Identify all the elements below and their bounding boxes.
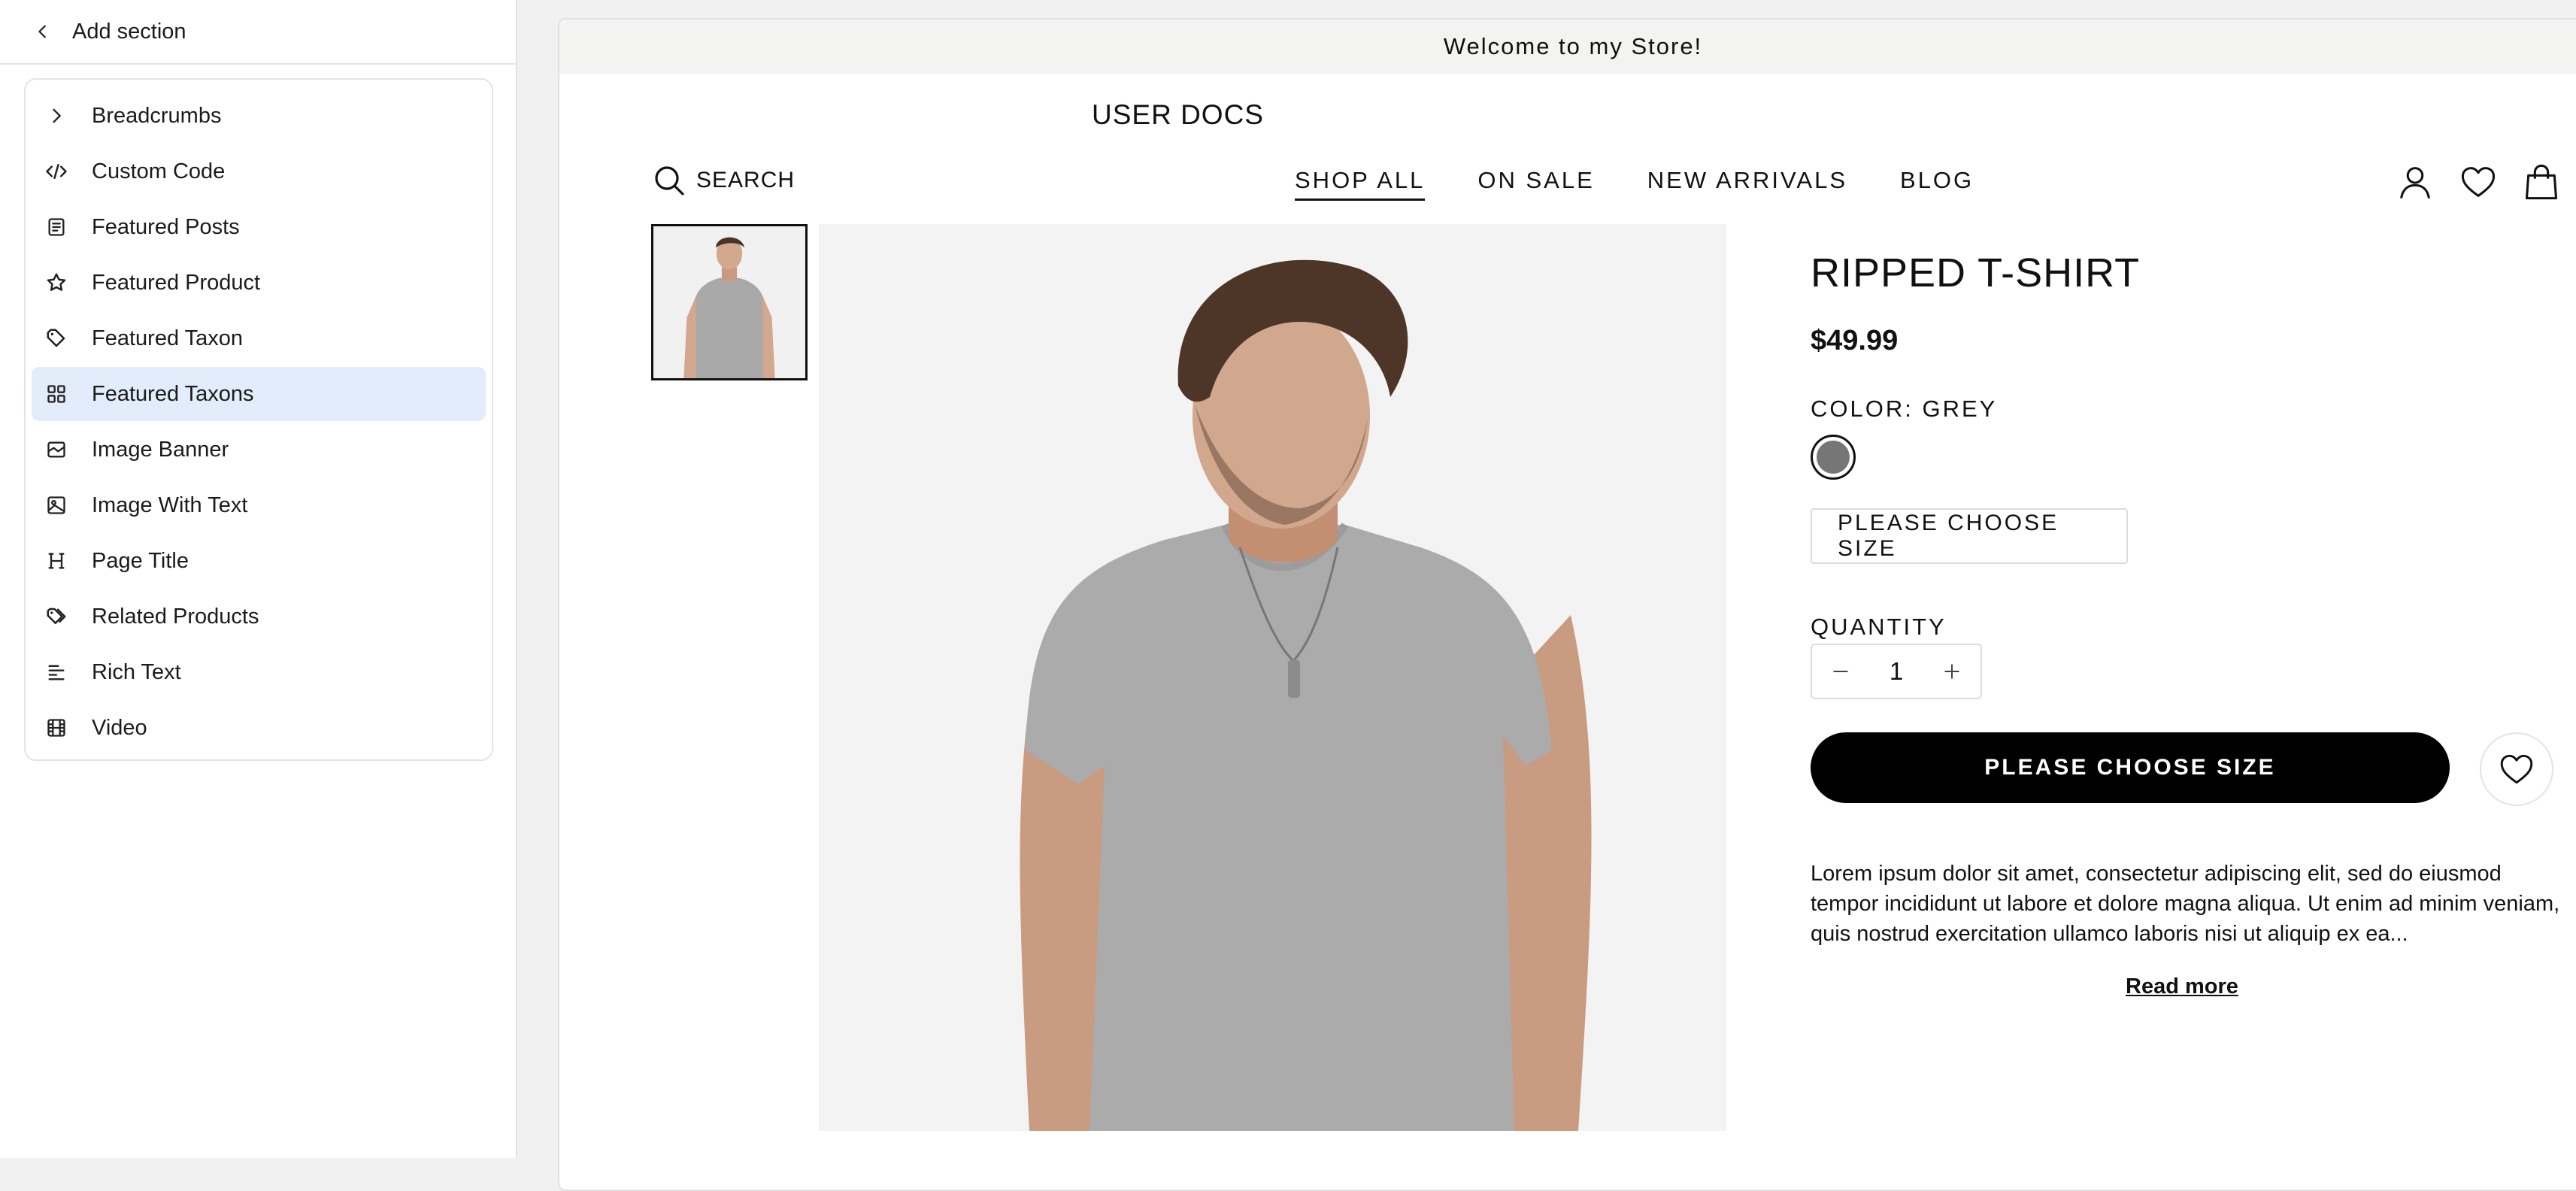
section-item-label: Image Banner [92, 437, 229, 462]
section-item-label: Page Title [92, 548, 189, 573]
search-label: SEARCH [696, 168, 796, 192]
section-item-featured-product[interactable]: Featured Product [32, 256, 486, 310]
product-price: $49.99 [1811, 325, 1899, 356]
tshirt-model-thumbnail-image [653, 226, 805, 378]
cart-button[interactable] [2520, 161, 2562, 203]
section-item-label: Custom Code [92, 159, 226, 183]
product-main-image[interactable] [819, 224, 1726, 1131]
section-item-label: Video [92, 715, 147, 740]
section-item-video[interactable]: Video [32, 701, 486, 755]
store-logo[interactable]: USER DOCS [559, 99, 1796, 131]
section-item-image-banner[interactable]: Image Banner [32, 423, 486, 477]
nav-link-blog[interactable]: BLOG [1900, 167, 1974, 201]
tshirt-model-image [819, 224, 1726, 1131]
swatch-fill [1817, 441, 1850, 474]
minus-icon [1833, 671, 1848, 672]
main-nav: SHOP ALL ON SALE NEW ARRIVALS BLOG [1295, 167, 2026, 201]
size-select[interactable]: PLEASE CHOOSE SIZE [1811, 508, 2128, 564]
section-item-related-products[interactable]: Related Products [32, 589, 486, 644]
color-label: COLOR: GREY [1811, 395, 1998, 422]
section-list: Breadcrumbs Custom Code Featured Posts F… [24, 78, 493, 761]
panel-title: Add section [72, 19, 186, 44]
nav-link-shop-all[interactable]: SHOP ALL [1295, 167, 1426, 201]
section-item-image-with-text[interactable]: Image With Text [32, 478, 486, 532]
decrease-quantity-button[interactable] [1812, 645, 1869, 698]
announcement-bar: Welcome to my Store! [559, 20, 2576, 74]
quantity-label: QUANTITY [1811, 614, 1947, 640]
section-item-label: Featured Posts [92, 214, 240, 239]
code-icon [44, 159, 69, 184]
add-section-panel: Add section Breadcrumbs Custom Code Feat… [0, 0, 517, 1158]
store-preview: Welcome to my Store! USER DOCS SEARCH SH… [558, 18, 2576, 1191]
user-icon [2400, 167, 2430, 198]
section-item-page-title[interactable]: Page Title [32, 534, 486, 588]
section-item-label: Featured Taxons [92, 381, 254, 406]
section-item-featured-taxons[interactable]: Featured Taxons [32, 367, 486, 421]
nav-link-on-sale[interactable]: ON SALE [1477, 167, 1594, 201]
section-item-label: Image With Text [92, 492, 248, 517]
product-title: RIPPED T-SHIRT [1811, 250, 2141, 295]
search-button[interactable]: SEARCH [651, 162, 795, 198]
color-swatch-grey[interactable] [1811, 435, 1856, 480]
panel-header: Add section [0, 0, 516, 65]
wishlist-button[interactable] [2457, 161, 2499, 203]
tag-icon [44, 326, 69, 351]
back-button[interactable] [26, 14, 60, 49]
star-icon [44, 270, 69, 295]
shopping-bag-icon [2525, 164, 2558, 200]
image-icon [44, 492, 69, 518]
heart-icon [2500, 754, 2533, 784]
plus-icon [1944, 664, 1959, 679]
section-item-label: Rich Text [92, 659, 181, 684]
section-item-rich-text[interactable]: Rich Text [32, 645, 486, 699]
chevron-right-icon [44, 103, 69, 129]
section-item-label: Featured Taxon [92, 326, 243, 350]
grid-icon [44, 381, 69, 407]
heading-icon [44, 548, 69, 574]
tags-icon [44, 604, 69, 629]
section-item-breadcrumbs[interactable]: Breadcrumbs [32, 89, 486, 143]
quantity-value[interactable]: 1 [1869, 657, 1923, 686]
header-icons [2394, 161, 2576, 203]
product-description: Lorem ipsum dolor sit amet, consectetur … [1811, 862, 2560, 946]
quantity-stepper: 1 [1811, 644, 1982, 699]
increase-quantity-button[interactable] [1923, 645, 1980, 698]
image-banner-icon [44, 437, 69, 462]
section-item-label: Related Products [92, 604, 259, 629]
chevron-left-icon [38, 25, 46, 38]
section-item-custom-code[interactable]: Custom Code [32, 144, 486, 198]
section-item-label: Breadcrumbs [92, 103, 222, 128]
nav-link-new-arrivals[interactable]: NEW ARRIVALS [1647, 167, 1847, 201]
read-more-link[interactable]: Read more [1811, 974, 2553, 999]
posts-icon [44, 214, 69, 240]
account-button[interactable] [2394, 161, 2436, 203]
section-item-featured-taxon[interactable]: Featured Taxon [32, 311, 486, 365]
section-item-label: Featured Product [92, 270, 261, 295]
heart-icon [2461, 167, 2496, 197]
film-icon [44, 715, 69, 741]
add-to-cart-button[interactable]: PLEASE CHOOSE SIZE [1811, 732, 2450, 803]
section-item-featured-posts[interactable]: Featured Posts [32, 200, 486, 254]
product-thumbnail[interactable] [651, 224, 808, 380]
text-align-icon [44, 659, 69, 685]
add-to-wishlist-button[interactable] [2480, 732, 2553, 806]
search-icon [655, 166, 684, 195]
